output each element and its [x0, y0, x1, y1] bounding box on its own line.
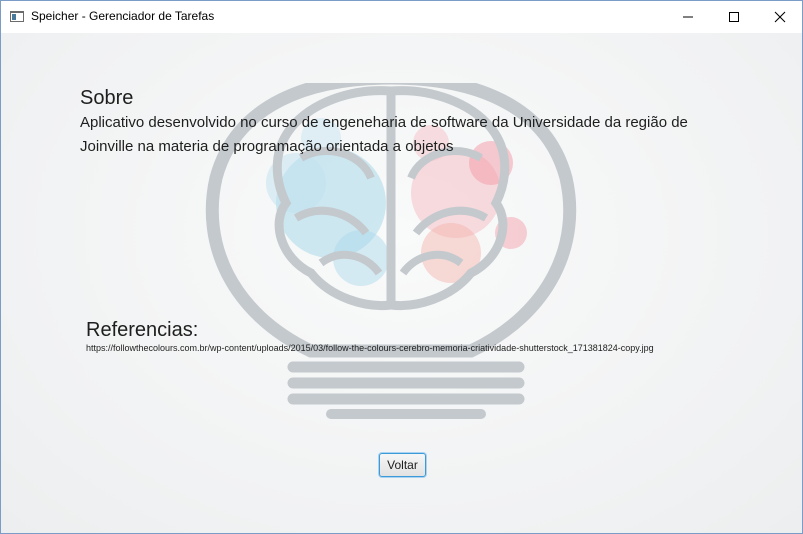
- window-title: Speicher - Gerenciador de Tarefas: [31, 9, 215, 23]
- title-bar[interactable]: Speicher - Gerenciador de Tarefas: [1, 1, 802, 33]
- about-description: Aplicativo desenvolvido no curso de enge…: [80, 114, 688, 155]
- back-button[interactable]: Voltar: [379, 453, 426, 477]
- minimize-button[interactable]: [665, 1, 711, 33]
- maximize-button[interactable]: [711, 1, 757, 33]
- reference-url: https://followthecolours.com.br/wp-conte…: [86, 343, 654, 353]
- app-window: Speicher - Gerenciador de Tarefas Sobre …: [0, 0, 803, 534]
- references-heading: Referencias:: [86, 319, 199, 341]
- minimize-icon: [683, 16, 693, 18]
- about-panel: Sobre Aplicativo desenvolvido no curso d…: [1, 33, 802, 533]
- about-heading: Sobre: [80, 87, 134, 109]
- close-icon: [774, 11, 786, 23]
- close-button[interactable]: [757, 1, 802, 33]
- app-icon: [10, 11, 24, 22]
- maximize-icon: [729, 12, 739, 22]
